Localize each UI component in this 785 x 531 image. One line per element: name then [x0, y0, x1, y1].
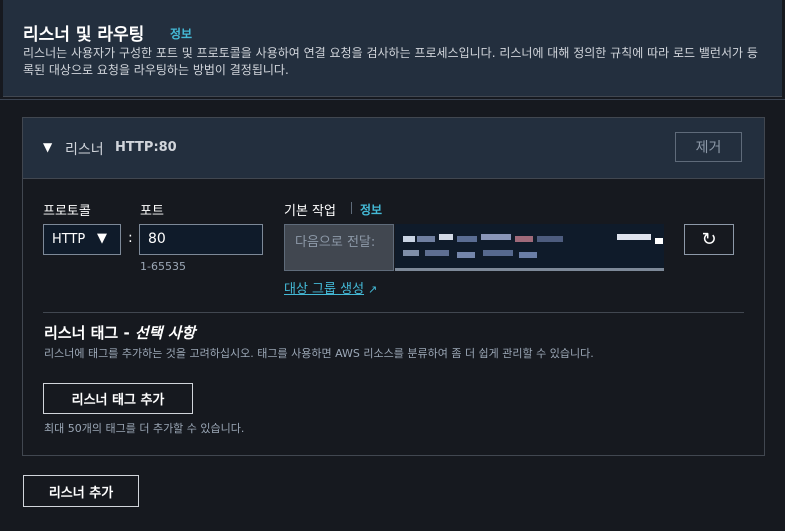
tags-title-text: 리스너 태그 - [44, 324, 130, 342]
create-target-group-label: 대상 그룹 생성 [284, 282, 365, 297]
colon-separator: : [128, 230, 133, 246]
divider [0, 99, 785, 100]
refresh-icon: ↻ [701, 229, 717, 250]
protocol-label: 프로토콜 [43, 204, 91, 219]
create-target-group-link[interactable]: 대상 그룹 생성 ↗ [284, 278, 377, 297]
page-title: 리스너 및 라우팅 [23, 25, 145, 45]
port-range-hint: 1-65535 [140, 260, 186, 273]
forward-to-label: 다음으로 전달: [284, 224, 394, 271]
section-header: 리스너 및 라우팅 정보 리스너는 사용자가 구성한 포트 및 프로토콜을 사용… [3, 0, 782, 97]
port-input[interactable]: 80 [139, 224, 263, 255]
listener-card-header[interactable]: ▼ 리스너 HTTP:80 제거 [23, 118, 764, 179]
section-description: 리스너는 사용자가 구성한 포트 및 프로토콜을 사용하여 연결 요청을 검사하… [23, 46, 758, 77]
default-action-label: 기본 작업 [284, 204, 336, 219]
add-listener-tag-button[interactable]: 리스너 태그 추가 [43, 383, 193, 414]
tags-title-optional: 선택 사항 [134, 324, 196, 342]
caret-down-icon[interactable]: ▼ [43, 140, 52, 154]
add-listener-button[interactable]: 리스너 추가 [23, 475, 139, 507]
listener-card: ▼ 리스너 HTTP:80 제거 프로토콜 포트 기본 작업 정보 HTTP ▼… [22, 117, 765, 456]
listener-value: HTTP:80 [115, 140, 177, 155]
port-label: 포트 [140, 204, 164, 219]
info-link[interactable]: 정보 [170, 25, 192, 42]
protocol-value: HTTP [52, 232, 86, 247]
protocol-select[interactable]: HTTP ▼ [43, 224, 121, 255]
info-separator [351, 202, 352, 214]
default-action-info-link[interactable]: 정보 [360, 201, 382, 218]
tags-limit-note: 최대 50개의 태그를 더 추가할 수 있습니다. [44, 422, 245, 435]
target-group-select[interactable] [395, 224, 664, 271]
listener-label: 리스너 [65, 142, 104, 158]
tags-description: 리스너에 태그를 추가하는 것을 고려하십시오. 태그를 사용하면 AWS 리소… [44, 347, 594, 360]
dropdown-arrow-icon: ▼ [97, 231, 107, 246]
section-divider [43, 312, 744, 313]
refresh-button[interactable]: ↻ [684, 224, 734, 255]
external-link-icon: ↗ [368, 283, 378, 296]
remove-button[interactable]: 제거 [675, 132, 742, 162]
tags-title: 리스너 태그 - 선택 사항 [44, 322, 195, 343]
